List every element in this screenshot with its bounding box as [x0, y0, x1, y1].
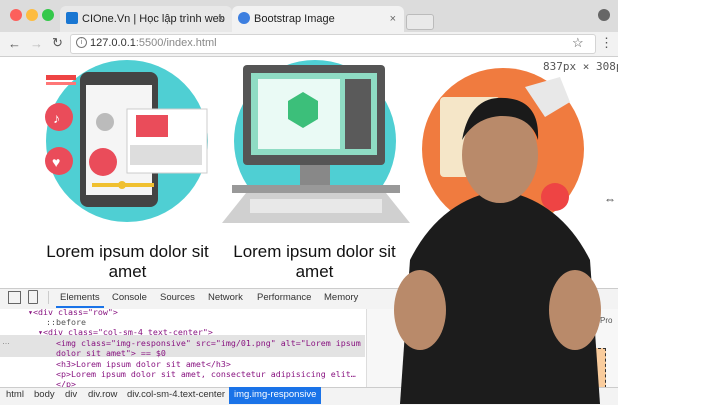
forward-icon[interactable]: →: [30, 36, 43, 51]
dom-node-line[interactable]: ▾<div class="row">: [28, 307, 118, 317]
tab-label: CIOne.Vn | Học lập trình web: [82, 13, 225, 25]
node-ellipsis-icon[interactable]: …: [2, 337, 10, 346]
dom-node-line[interactable]: <p>Lorem ipsum dolor sit amet, consectet…: [56, 369, 356, 379]
info-icon[interactable]: i: [76, 37, 87, 48]
close-tab-icon[interactable]: ×: [218, 7, 224, 31]
new-tab-button[interactable]: [406, 14, 434, 30]
tab-bootstrap-image[interactable]: Bootstrap Image ×: [232, 6, 404, 32]
presenter-overlay: [394, 97, 601, 404]
close-window-button[interactable]: [10, 9, 22, 21]
reload-icon[interactable]: ↻: [52, 35, 63, 51]
element-size-tooltip: 837px × 308p: [543, 60, 623, 73]
breadcrumb-item[interactable]: body: [34, 389, 55, 400]
tab-performance[interactable]: Performance: [257, 292, 311, 303]
svg-text:♪: ♪: [53, 110, 60, 126]
breadcrumb-item-active[interactable]: img.img-responsive: [234, 389, 316, 400]
zoom-window-button[interactable]: [42, 9, 54, 21]
dom-node-line[interactable]: ▾<div class="col-sm-4 text-center">: [38, 327, 213, 337]
svg-text:♥: ♥: [52, 154, 60, 170]
url-host: 127.0.0.1: [90, 37, 136, 49]
dom-node-line[interactable]: <h3>Lorem ipsum dolor sit amet</h3>: [56, 359, 231, 369]
tab-memory[interactable]: Memory: [324, 292, 358, 303]
breadcrumb-item[interactable]: div.col-sm-4.text-center: [127, 389, 225, 400]
profile-icon[interactable]: [598, 9, 610, 21]
breadcrumb-item[interactable]: div: [65, 389, 77, 400]
tab-console[interactable]: Console: [112, 292, 147, 303]
star-icon[interactable]: ☆: [572, 35, 584, 51]
dom-node-line[interactable]: ::before: [46, 317, 86, 327]
url-text: 127.0.0.1:5500/index.html: [90, 35, 217, 51]
phone-illustration: ♪ ♥: [45, 60, 208, 222]
menu-icon[interactable]: ⋮: [600, 35, 613, 51]
dom-node-line[interactable]: dolor sit amet"> == $0: [56, 348, 166, 358]
tab-elements[interactable]: Elements: [60, 292, 100, 303]
caption-heading: Lorem ipsum dolor sit amet: [46, 242, 209, 281]
tab-clone[interactable]: CIOne.Vn | Học lập trình web ×: [60, 6, 232, 32]
site-favicon-icon: [238, 12, 250, 24]
close-tab-icon[interactable]: ×: [390, 7, 396, 31]
url-path: :5500/index.html: [135, 37, 217, 49]
inspect-element-icon[interactable]: [8, 291, 21, 304]
tab-sources[interactable]: Sources: [160, 292, 195, 303]
back-icon[interactable]: ←: [8, 36, 21, 51]
minimize-window-button[interactable]: [26, 9, 38, 21]
toolbar-divider: [48, 291, 49, 304]
device-toolbar-icon[interactable]: [28, 290, 38, 304]
dom-node-line[interactable]: <img class="img-responsive" src="img/01.…: [56, 338, 361, 348]
site-favicon-icon: [66, 12, 78, 24]
right-margin: [618, 0, 720, 404]
tab-network[interactable]: Network: [208, 292, 243, 303]
tab-label: Bootstrap Image: [254, 13, 335, 25]
breadcrumb-item[interactable]: div.row: [88, 389, 117, 400]
breadcrumb-item[interactable]: html: [6, 389, 24, 400]
